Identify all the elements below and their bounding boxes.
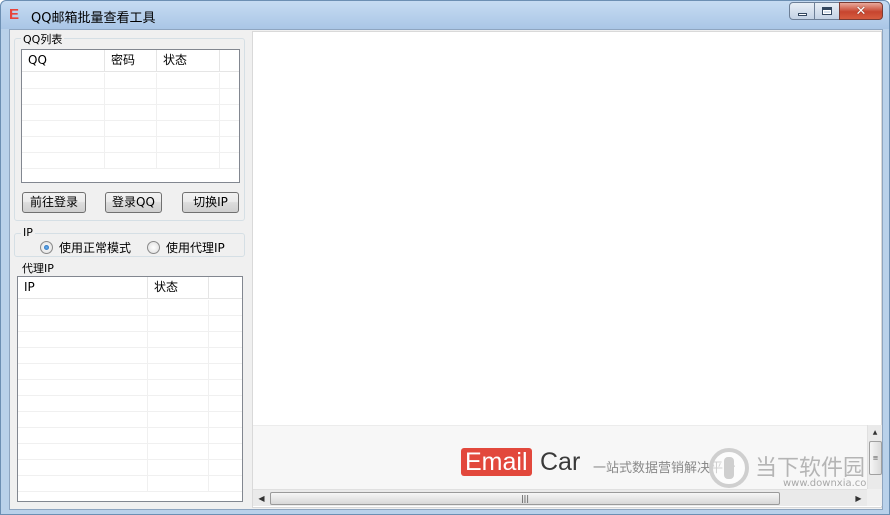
list-item <box>22 105 239 121</box>
normal-mode-radio[interactable]: 使用正常模式 <box>40 239 131 256</box>
vertical-scroll-thumb[interactable]: ≡ <box>869 441 882 475</box>
browser-panel[interactable]: Email Car 一站式数据营销解决平台 当下软件园 www.downxia.… <box>252 31 882 508</box>
window-title: QQ邮箱批量查看工具 <box>31 11 156 26</box>
password-column-header[interactable]: 密码 <box>105 50 157 72</box>
brand-car-logo: Car <box>540 448 581 476</box>
close-icon: ✕ <box>855 3 867 19</box>
proxy-list-body <box>18 300 242 492</box>
list-item <box>18 396 242 412</box>
horizontal-scrollbar[interactable]: ◀ ||| ▶ <box>253 489 867 506</box>
list-item <box>18 412 242 428</box>
minimize-button[interactable] <box>789 2 815 20</box>
list-item <box>22 137 239 153</box>
radio-unchecked-icon <box>147 241 160 254</box>
scroll-right-icon[interactable]: ▶ <box>850 490 867 507</box>
horizontal-scroll-thumb[interactable]: ||| <box>270 492 780 505</box>
ad-banner[interactable]: Email Car 一站式数据营销解决平台 当下软件园 www.downxia.… <box>253 425 876 489</box>
proxy-ip-list-view[interactable]: IP 状态 <box>17 276 243 502</box>
qq-list-body <box>22 73 239 169</box>
close-button[interactable]: ✕ <box>839 2 883 20</box>
ip-column-header[interactable]: IP <box>18 277 148 299</box>
list-item <box>18 348 242 364</box>
scroll-up-icon[interactable]: ▲ <box>868 425 882 439</box>
prev-login-button[interactable]: 前往登录 <box>22 192 86 213</box>
proxy-mode-radio[interactable]: 使用代理IP <box>147 239 225 256</box>
brand-email-logo: Email <box>461 448 532 476</box>
switch-ip-button[interactable]: 切换IP <box>182 192 239 213</box>
minimize-icon <box>797 12 807 16</box>
login-qq-button[interactable]: 登录QQ <box>105 192 162 213</box>
window-controls: ✕ <box>789 2 883 20</box>
ip-mode-group-label: IP <box>21 226 35 239</box>
list-item <box>18 332 242 348</box>
proxy-status-column-header[interactable]: 状态 <box>148 277 209 299</box>
list-item <box>22 73 239 89</box>
status-column-header[interactable]: 状态 <box>157 50 220 72</box>
watermark-url: www.downxia.com <box>783 478 877 489</box>
list-item <box>22 121 239 137</box>
list-item <box>18 444 242 460</box>
radio-checked-icon <box>40 241 53 254</box>
list-item <box>18 300 242 316</box>
scrollbar-corner <box>867 489 882 506</box>
client-area: QQ列表 QQ 密码 状态 前往登录 登录QQ 切换IP IP 使用正常模式 使… <box>9 29 883 510</box>
list-item <box>22 153 239 169</box>
maximize-icon <box>822 7 832 15</box>
qq-list-group: QQ列表 QQ 密码 状态 前往登录 登录QQ 切换IP <box>14 31 245 221</box>
proxy-mode-label: 使用代理IP <box>166 241 225 255</box>
list-item <box>18 364 242 380</box>
maximize-button[interactable] <box>814 2 840 20</box>
list-item <box>18 460 242 476</box>
proxy-list-header: IP 状态 <box>18 277 242 299</box>
ip-mode-group: IP 使用正常模式 使用代理IP <box>14 226 245 257</box>
app-logo-icon: E <box>9 6 20 23</box>
normal-mode-label: 使用正常模式 <box>59 241 132 255</box>
list-item <box>18 316 242 332</box>
vertical-scrollbar[interactable]: ▲ ≡ <box>867 425 882 489</box>
list-item <box>22 89 239 105</box>
app-window: E QQ邮箱批量查看工具 ✕ QQ列表 QQ 密码 状态 前往登录 登录QQ 切… <box>0 0 890 515</box>
filler-column-header <box>220 50 239 72</box>
scroll-left-icon[interactable]: ◀ <box>253 490 270 507</box>
watermark-logo-icon <box>709 448 749 488</box>
list-item <box>18 476 242 492</box>
filler-column-header <box>209 277 242 299</box>
list-item <box>18 428 242 444</box>
qq-list-group-label: QQ列表 <box>21 31 65 47</box>
proxy-ip-group-label: 代理IP <box>22 262 54 275</box>
qq-column-header[interactable]: QQ <box>22 50 105 72</box>
qq-list-view[interactable]: QQ 密码 状态 <box>21 49 240 183</box>
list-item <box>18 380 242 396</box>
qq-list-header: QQ 密码 状态 <box>22 50 239 72</box>
title-bar[interactable]: E QQ邮箱批量查看工具 ✕ <box>1 1 889 29</box>
